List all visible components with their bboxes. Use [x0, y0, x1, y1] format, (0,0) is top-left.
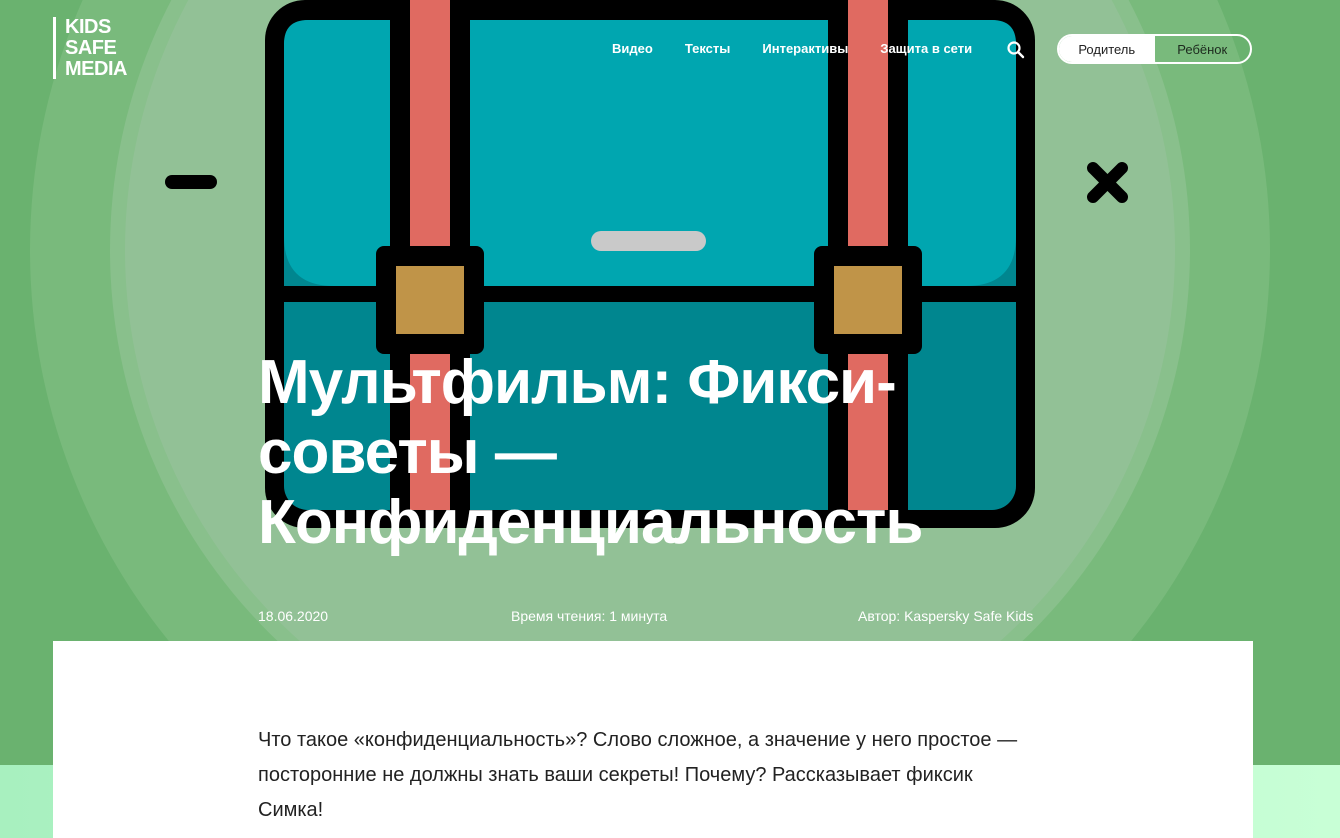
article-content: Что такое «конфиденциальность»? Слово сл… — [53, 641, 1253, 838]
search-icon — [1007, 41, 1025, 59]
search-button[interactable] — [1006, 40, 1026, 60]
toggle-child-button[interactable]: Ребёнок — [1155, 36, 1251, 62]
article-lead: Что такое «конфиденциальность»? Слово сл… — [258, 729, 1018, 821]
title-line: Мультфильм: Фикси- — [258, 348, 897, 417]
nav-link-video[interactable]: Видео — [612, 40, 653, 58]
article-author: Автор: Kaspersky Safe Kids — [858, 608, 1034, 624]
site-logo[interactable]: KIDS SAFE MEDIA — [53, 17, 127, 81]
logo-bar — [53, 17, 56, 79]
audience-toggle: Родитель Ребёнок — [1057, 34, 1252, 64]
title-line: Конфиденциальность — [258, 488, 923, 557]
nav-link-online-safety[interactable]: Защита в сети — [880, 40, 972, 58]
minus-icon — [165, 175, 217, 189]
logo-wordmark: KIDS SAFE MEDIA — [65, 17, 127, 81]
main-nav: Видео Тексты Интерактивы Защита в сети — [612, 40, 1004, 58]
nav-link-texts[interactable]: Тексты — [685, 40, 731, 58]
logo-line: MEDIA — [65, 58, 127, 80]
logo-line: KIDS — [65, 16, 111, 38]
title-line: советы — — [258, 418, 557, 487]
logo-line: SAFE — [65, 37, 117, 59]
reading-time: Время чтения: 1 минута — [511, 608, 668, 624]
nav-link-interactives[interactable]: Интерактивы — [762, 40, 848, 58]
toggle-parent-button[interactable]: Родитель — [1059, 36, 1155, 62]
article-title: Мультфильм: Фикси- советы — Конфиденциал… — [258, 348, 1058, 558]
article-date: 18.06.2020 — [258, 608, 329, 624]
